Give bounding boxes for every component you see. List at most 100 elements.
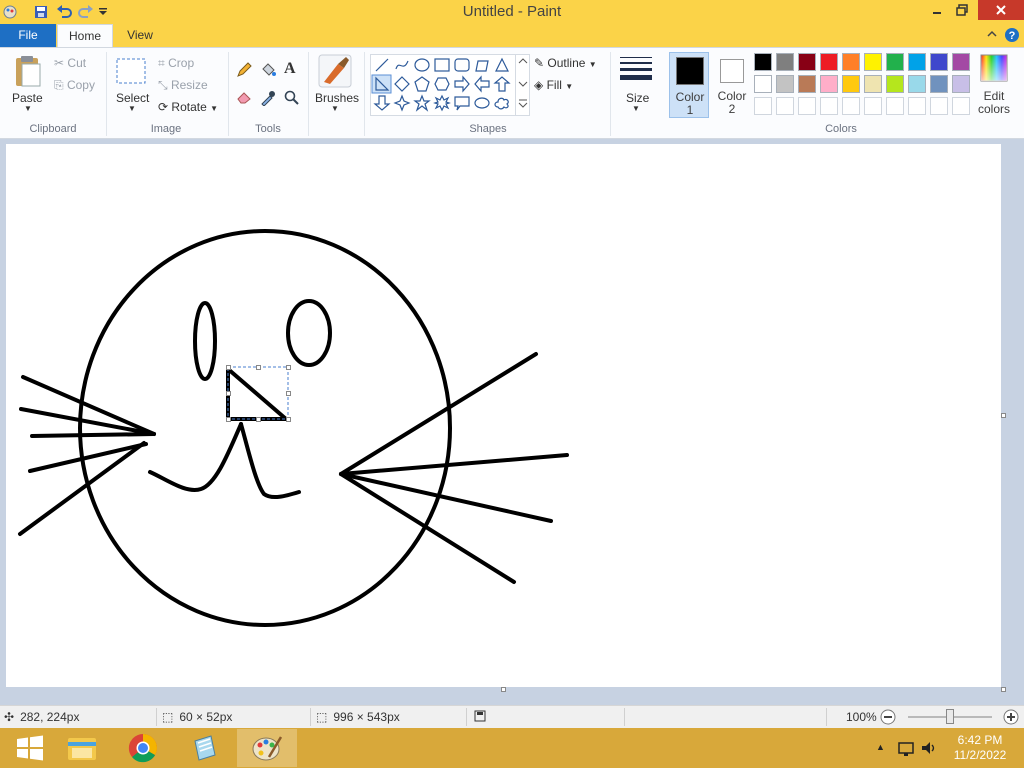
color-swatch[interactable] — [908, 75, 926, 93]
shape-option[interactable] — [393, 94, 411, 112]
canvas-resize-handle-right[interactable] — [1001, 413, 1006, 418]
custom-color-slot[interactable] — [842, 97, 860, 115]
custom-color-slot[interactable] — [864, 97, 882, 115]
shape-option[interactable] — [454, 58, 470, 72]
paste-dropdown-icon[interactable]: ▼ — [24, 104, 32, 113]
color-swatch[interactable] — [886, 75, 904, 93]
rotate-button[interactable]: ⟳ Rotate ▼ — [158, 100, 218, 114]
fill-button[interactable]: ◈ Fill ▼ — [534, 78, 573, 92]
shape-option[interactable] — [495, 57, 509, 72]
shape-option[interactable] — [475, 60, 489, 72]
fill-bucket-icon[interactable] — [260, 62, 276, 81]
color-swatch[interactable] — [820, 53, 838, 71]
crop-button[interactable]: ⌗ Crop — [158, 56, 194, 71]
shapes-gallery-scroll[interactable] — [515, 55, 528, 115]
canvas-resize-handle-bottom[interactable] — [501, 687, 506, 692]
shape-option[interactable] — [375, 58, 389, 72]
outline-button[interactable]: ✎ Outline ▼ — [534, 56, 597, 70]
shape-option[interactable] — [454, 96, 470, 111]
color-swatch[interactable] — [930, 53, 948, 71]
shape-option[interactable] — [413, 94, 431, 112]
text-tool-icon[interactable]: A — [284, 60, 296, 78]
volume-icon[interactable] — [920, 739, 938, 760]
color-swatch[interactable] — [776, 75, 794, 93]
color-swatch[interactable] — [754, 53, 772, 71]
close-button[interactable] — [978, 0, 1024, 20]
color-swatch[interactable] — [842, 75, 860, 93]
shape-option[interactable] — [494, 97, 509, 110]
shape-option[interactable] — [371, 74, 392, 94]
custom-color-slot[interactable] — [930, 97, 948, 115]
color-picker-icon[interactable] — [260, 90, 276, 109]
zoom-out-button[interactable] — [880, 709, 896, 725]
paste-button[interactable] — [10, 54, 46, 91]
shape-option[interactable] — [433, 94, 451, 112]
color-swatch[interactable] — [776, 53, 794, 71]
clock[interactable]: 6:42 PM 11/2/2022 — [944, 733, 1016, 763]
cut-button[interactable]: ✂ Cut — [54, 56, 86, 70]
help-icon[interactable]: ? — [1004, 27, 1020, 46]
selection-handle[interactable] — [286, 417, 291, 422]
custom-color-slot[interactable] — [776, 97, 794, 115]
selection-handle[interactable] — [226, 417, 231, 422]
chrome-button[interactable] — [113, 729, 173, 767]
eraser-icon[interactable] — [236, 90, 252, 107]
shape-option[interactable] — [394, 76, 410, 92]
color-swatch[interactable] — [864, 75, 882, 93]
brushes-dropdown-icon[interactable]: ▼ — [331, 104, 339, 113]
color2-button[interactable]: Color 2 — [712, 52, 752, 118]
shape-option[interactable] — [414, 76, 430, 92]
select-button[interactable] — [116, 58, 146, 87]
tab-home[interactable]: Home — [57, 24, 113, 47]
custom-color-slot[interactable] — [952, 97, 970, 115]
selection-handle[interactable] — [226, 365, 231, 370]
resize-button[interactable]: ⤡ Resize — [158, 78, 208, 93]
color1-button[interactable]: Color 1 — [669, 52, 709, 118]
custom-color-slot[interactable] — [886, 97, 904, 115]
minimize-button[interactable] — [925, 0, 949, 20]
start-button[interactable] — [0, 729, 60, 767]
selection-handle[interactable] — [286, 365, 291, 370]
show-hidden-icons-icon[interactable]: ▲ — [876, 742, 885, 752]
drawing-canvas[interactable] — [6, 144, 1001, 687]
zoom-in-button[interactable] — [1003, 709, 1019, 725]
zoom-slider-thumb[interactable] — [946, 709, 954, 724]
shape-option[interactable] — [474, 75, 490, 93]
shape-option[interactable] — [414, 58, 430, 72]
notepad-button[interactable] — [174, 729, 234, 767]
tab-file[interactable]: File — [0, 24, 56, 47]
magnifier-icon[interactable] — [284, 90, 300, 109]
color-swatch[interactable] — [842, 53, 860, 71]
color-swatch[interactable] — [908, 53, 926, 71]
color-swatch[interactable] — [886, 53, 904, 71]
color-swatch[interactable] — [864, 53, 882, 71]
copy-button[interactable]: ⎘ Copy — [54, 78, 95, 93]
color-swatch[interactable] — [754, 75, 772, 93]
paint-taskbar-button[interactable] — [237, 729, 297, 767]
brushes-button[interactable] — [318, 54, 352, 91]
size-button[interactable] — [620, 56, 652, 87]
selection-handle[interactable] — [286, 391, 291, 396]
shape-option[interactable] — [395, 60, 409, 70]
restore-button[interactable] — [950, 0, 974, 20]
selection-handle[interactable] — [256, 417, 261, 422]
select-dropdown-icon[interactable]: ▼ — [128, 104, 136, 113]
color-swatch[interactable] — [952, 75, 970, 93]
shape-option[interactable] — [434, 58, 450, 72]
minimize-ribbon-icon[interactable] — [986, 28, 998, 42]
file-explorer-button[interactable] — [52, 729, 112, 767]
custom-color-slot[interactable] — [820, 97, 838, 115]
size-dropdown-icon[interactable]: ▼ — [632, 104, 640, 113]
network-icon[interactable] — [897, 739, 915, 760]
pencil-icon[interactable] — [236, 62, 252, 81]
tab-view[interactable]: View — [116, 24, 164, 47]
color-swatch[interactable] — [930, 75, 948, 93]
canvas-resize-handle-corner[interactable] — [1001, 687, 1006, 692]
shape-option[interactable] — [493, 76, 511, 92]
custom-color-slot[interactable] — [908, 97, 926, 115]
color-swatch[interactable] — [798, 53, 816, 71]
color-swatch[interactable] — [798, 75, 816, 93]
shape-option[interactable] — [434, 77, 450, 91]
color-swatch[interactable] — [952, 53, 970, 71]
shape-option[interactable] — [373, 95, 391, 111]
